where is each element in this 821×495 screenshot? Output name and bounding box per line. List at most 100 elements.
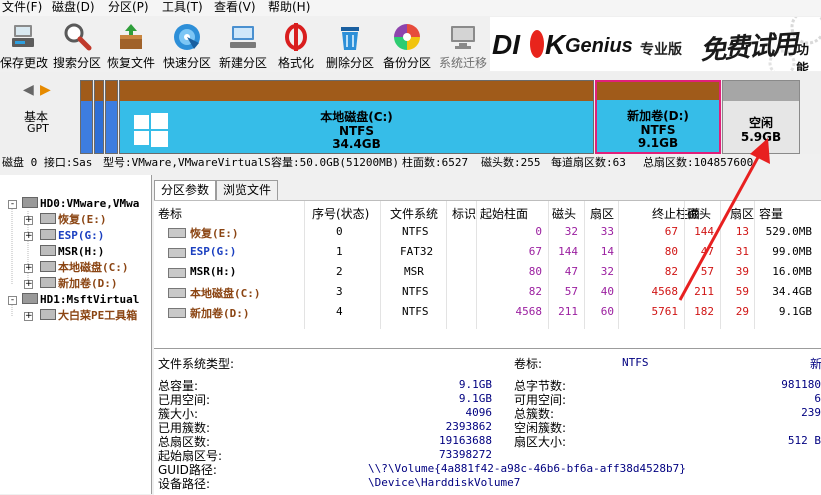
partition-block-recovery[interactable] (80, 80, 93, 154)
tree-expander-icon[interactable]: + (24, 312, 33, 321)
tree-expander-icon[interactable]: + (24, 280, 33, 289)
trash-icon (341, 27, 359, 50)
tree-item-partition[interactable]: ESP(G:) (40, 228, 104, 244)
table-cell: 4568 (515, 305, 543, 318)
tree-item-partition[interactable]: 新加卷(D:) (40, 276, 118, 292)
tree-expander-icon[interactable]: - (8, 200, 17, 209)
table-cell: 40 (600, 285, 614, 298)
new-partition-button[interactable]: 新建分区 (216, 20, 270, 72)
save-button[interactable]: 保存更改 (0, 20, 48, 72)
table-cell: 47 (564, 265, 578, 278)
column-header[interactable]: 起始柱面 (480, 205, 528, 222)
disk-type-label: GPT (27, 122, 49, 135)
table-cell: 2 (336, 265, 343, 278)
detail-value: 73398272 (439, 448, 492, 461)
tree-item-partition[interactable]: 大白菜PE工具箱 (40, 308, 137, 324)
partition-c-size: 34.4GB (332, 137, 381, 151)
tree-item-partition[interactable]: MSR(H:) (40, 244, 104, 260)
column-header[interactable]: 卷标 (158, 205, 182, 222)
partition-c-name: 本地磁盘(C:) (320, 110, 393, 124)
table-cell: 32 (564, 225, 578, 238)
partition-block-c[interactable]: 本地磁盘(C:) NTFS 34.4GB (119, 80, 594, 154)
disk-model: 型号:VMware,VMwareVirtualS (103, 156, 271, 169)
menu-partition[interactable]: 分区(P) (108, 0, 149, 16)
table-cell: NTFS (402, 305, 429, 318)
table-cell: 4 (336, 305, 343, 318)
tree-item-disk[interactable]: HD1:MsftVirtual (22, 292, 139, 308)
banner-brand-di: DI (492, 29, 520, 60)
prev-disk-arrow-icon[interactable]: ◀ (23, 82, 34, 98)
hard-disk-icon (22, 197, 38, 208)
menu-tools[interactable]: 工具(T) (162, 0, 203, 16)
search-partition-button[interactable]: 搜索分区 (52, 20, 102, 72)
column-header[interactable]: 文件系统 (390, 205, 438, 222)
detail-value: 9.1GB (458, 392, 492, 405)
table-cell: 67 (528, 245, 542, 258)
recover-files-button[interactable]: 恢复文件 (105, 20, 157, 72)
table-cell: 57 (564, 285, 578, 298)
partition-icon (168, 288, 186, 298)
menu-file[interactable]: 文件(F) (2, 0, 42, 16)
device-path-label: 设备路径: (158, 477, 211, 491)
menu-view[interactable]: 查看(V) (214, 0, 256, 16)
tree-expander-icon[interactable]: - (8, 296, 17, 305)
system-migrate-button[interactable]: 系统迁移 (436, 20, 490, 72)
detail-value: 2393862 (445, 420, 492, 433)
format-button[interactable]: 格式化 (273, 20, 319, 72)
tab-browse-files[interactable]: 浏览文件 (216, 180, 279, 200)
tab-partition-params[interactable]: 分区参数 (154, 180, 217, 200)
banner-edition: 专业版 (640, 42, 682, 58)
detail-value: 4096 (465, 406, 493, 419)
next-disk-arrow-icon[interactable]: ▶ (40, 82, 51, 98)
tree-item-label: 恢复(E:) (58, 213, 107, 226)
save-icon (12, 25, 34, 47)
detail-value: 239 (801, 406, 821, 419)
tree-item-disk[interactable]: HD0:VMware,VMwa (22, 196, 139, 212)
volume-label-key: 卷标: (514, 357, 543, 371)
tree-item-partition[interactable]: 本地磁盘(C:) (40, 260, 129, 276)
column-header[interactable]: 标识 (452, 205, 476, 222)
table-cell: FAT32 (400, 245, 434, 258)
delete-partition-button[interactable]: 删除分区 (323, 20, 377, 72)
table-cell: 60 (600, 305, 614, 318)
tree-item-partition[interactable]: 恢复(E:) (40, 212, 107, 228)
disk-interface: 磁盘 0 接口:Sas (2, 156, 93, 169)
tree-expander-icon[interactable]: + (24, 232, 33, 241)
quick-partition-button[interactable]: 快速分区 (160, 20, 214, 72)
tree-item-label: HD1:MsftVirtual (40, 293, 140, 306)
table-cell: NTFS (402, 225, 429, 238)
detail-value: 9.1GB (458, 378, 492, 391)
tree-expander-icon[interactable]: + (24, 264, 33, 273)
hard-disk-icon (22, 293, 38, 304)
volume-label-cell: MSR(H:) (190, 265, 237, 278)
volume-label-cell: ESP(G:) (190, 245, 237, 258)
menu-disk[interactable]: 磁盘(D) (52, 0, 95, 16)
partition-icon (168, 248, 186, 258)
table-cell: 3 (336, 285, 343, 298)
volume-label-cell: 恢复(E:) (190, 227, 239, 240)
banner-promo: 免费试用 (699, 29, 798, 67)
detail-key: 扇区大小: (514, 435, 567, 449)
disk-heads: 磁头数:255 (481, 156, 541, 169)
diskgenius-banner[interactable]: DI K Genius 专业版 免费试用 功能 (490, 17, 821, 71)
column-header[interactable]: 序号(状态) (312, 205, 369, 222)
column-header[interactable]: 扇区 (590, 205, 614, 222)
partition-block-esp[interactable] (94, 80, 104, 154)
table-cell: 9.1GB (778, 305, 812, 318)
table-cell: 82 (528, 285, 542, 298)
partition-icon (168, 268, 186, 278)
partition-block-msr[interactable] (105, 80, 118, 154)
magnifier-icon (64, 23, 92, 51)
table-cell: NTFS (402, 285, 429, 298)
device-path-value: \Device\HarddiskVolume7 (368, 476, 521, 489)
column-header[interactable]: 磁头 (552, 205, 576, 222)
menu-help[interactable]: 帮助(H) (268, 0, 310, 16)
backup-partition-button[interactable]: 备份分区 (380, 20, 434, 72)
detail-value: 6 (814, 392, 821, 405)
menu-bar: 文件(F) 磁盘(D) 分区(P) 工具(T) 查看(V) 帮助(H) (0, 0, 821, 16)
annotation-arrow-icon (678, 138, 770, 301)
tree-item-label: HD0:VMware,VMwa (40, 197, 140, 210)
tree-expander-icon[interactable]: + (24, 216, 33, 225)
partition-icon (40, 261, 56, 272)
tree-item-label: 新加卷(D:) (58, 277, 118, 290)
